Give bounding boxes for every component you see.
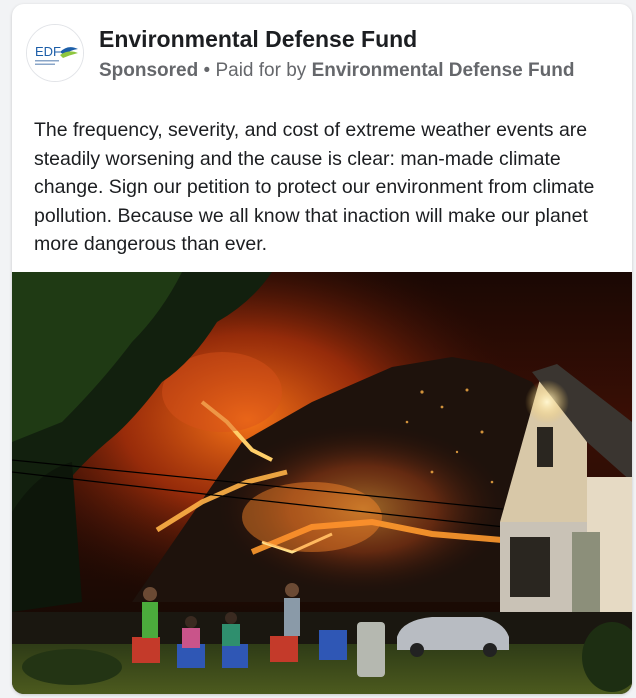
page-avatar[interactable]: EDF [26,24,84,82]
meta-separator: • [203,60,211,81]
edf-logo-icon: EDF [27,25,83,81]
sponsored-label[interactable]: Sponsored [99,60,198,81]
edf-logo-text: EDF [35,44,61,59]
paid-for-by-name[interactable]: Environmental Defense Fund [312,60,575,81]
post-header: EDF Environmental Defense Fund Sponsored… [12,4,632,104]
paid-for-prefix: Paid for by [215,60,307,81]
wildfire-photo-icon [12,272,632,694]
post-meta: Sponsored • Paid for by Environmental De… [99,60,574,82]
sponsored-post-card: EDF Environmental Defense Fund Sponsored… [12,4,632,694]
page-name-link[interactable]: Environmental Defense Fund [99,26,417,53]
post-text: The frequency, severity, and cost of ext… [34,119,595,255]
post-image[interactable] [12,272,632,694]
